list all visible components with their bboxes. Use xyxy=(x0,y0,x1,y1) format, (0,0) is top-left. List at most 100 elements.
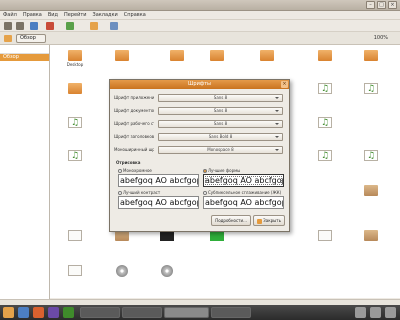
menu-file[interactable]: Файл xyxy=(3,11,17,19)
file-item[interactable] xyxy=(58,230,92,242)
menu-edit[interactable]: Правка xyxy=(23,11,42,19)
reload-icon[interactable] xyxy=(66,22,74,30)
rendering-section-title: Отрисовка xyxy=(116,160,141,165)
radio-button[interactable] xyxy=(118,169,122,173)
file-item[interactable] xyxy=(354,185,388,197)
radio-button[interactable] xyxy=(118,191,122,195)
file-item[interactable] xyxy=(308,50,342,62)
music-icon: ♫ xyxy=(364,150,378,161)
task-button-active[interactable] xyxy=(164,307,209,318)
file-item[interactable]: ♫ xyxy=(354,150,388,162)
side-pane-header[interactable] xyxy=(0,45,49,54)
disc-icon xyxy=(116,265,128,277)
folder-icon xyxy=(260,50,274,61)
folder-icon xyxy=(115,50,129,61)
back-icon[interactable] xyxy=(4,22,12,30)
sample-best-shapes[interactable]: abefgoq AO abcfgop xyxy=(203,174,284,187)
sample-monochrome[interactable]: abefgoq AO abcfgop xyxy=(118,174,199,187)
terminal-icon[interactable] xyxy=(63,307,74,318)
desktop-font-button[interactable]: Sans 8 xyxy=(158,120,283,128)
font-row-label: Шрифт заголовков окон: xyxy=(114,134,154,139)
font-row-application: Шрифт приложений: Sans 8 xyxy=(114,94,286,103)
music-icon: ♫ xyxy=(318,83,332,94)
radio-best-contrast[interactable]: Лучший контраст xyxy=(118,190,160,195)
font-row-label: Моноширинный шрифт: xyxy=(114,147,154,152)
home-launcher-icon[interactable] xyxy=(18,307,29,318)
details-button[interactable]: Подробности... xyxy=(211,215,251,226)
file-item[interactable] xyxy=(250,50,284,62)
font-row-window-title: Шрифт заголовков окон: Sans Bold 8 xyxy=(114,133,286,142)
file-item[interactable] xyxy=(58,265,92,277)
radio-monochrome[interactable]: Монохромное xyxy=(118,168,152,173)
menu-view[interactable]: Вид xyxy=(48,11,58,19)
close-button[interactable]: Закрыть xyxy=(252,215,285,226)
file-item[interactable]: ♫ xyxy=(308,83,342,95)
file-item[interactable] xyxy=(150,265,184,278)
maximize-button[interactable]: □ xyxy=(377,1,386,9)
application-font-button[interactable]: Sans 8 xyxy=(158,94,283,102)
close-icon xyxy=(256,218,262,224)
menubar: Файл Правка Вид Перейти Закладки Справка xyxy=(0,11,400,20)
location-toggle-icon[interactable] xyxy=(4,35,12,42)
menu-icon[interactable] xyxy=(3,307,14,318)
side-item-overview[interactable]: Обзор xyxy=(0,54,49,61)
window-title-font-button[interactable]: Sans Bold 8 xyxy=(158,133,283,141)
firefox-icon[interactable] xyxy=(33,307,44,318)
file-item[interactable] xyxy=(105,265,139,278)
computer-icon[interactable] xyxy=(110,22,118,30)
close-window-button[interactable]: × xyxy=(388,1,397,9)
task-button[interactable] xyxy=(80,307,120,318)
music-icon: ♫ xyxy=(364,83,378,94)
file-item[interactable] xyxy=(58,83,92,95)
file-item[interactable] xyxy=(354,50,388,62)
stop-icon[interactable] xyxy=(46,22,54,30)
sample-subpixel[interactable]: abefgoq AO abcfgop xyxy=(203,196,284,209)
file-item[interactable] xyxy=(354,230,388,242)
font-row-label: Шрифт документов: xyxy=(114,108,154,113)
file-item[interactable] xyxy=(200,50,234,62)
file-item[interactable]: ♫ xyxy=(308,117,342,129)
messenger-icon[interactable] xyxy=(48,307,59,318)
file-item[interactable] xyxy=(160,50,194,62)
folder-icon xyxy=(364,50,378,61)
package-icon xyxy=(364,230,378,241)
menu-bookmarks[interactable]: Закладки xyxy=(93,11,118,19)
music-icon: ♫ xyxy=(318,117,332,128)
dialog-titlebar: Шрифты × xyxy=(110,80,289,89)
zoom-level[interactable]: 100% xyxy=(374,35,388,41)
file-item[interactable]: ♫ xyxy=(354,83,388,95)
volume-icon[interactable] xyxy=(370,307,381,318)
toolbar xyxy=(0,20,400,32)
up-icon[interactable] xyxy=(30,22,38,30)
breadcrumb[interactable]: Обзор xyxy=(16,34,46,43)
fixed-width-font-button[interactable]: Monospace 8 xyxy=(158,146,283,154)
file-item[interactable] xyxy=(308,230,342,242)
sample-best-contrast[interactable]: abefgoq AO abcfgop xyxy=(118,196,199,209)
doc-icon xyxy=(68,265,82,276)
music-icon: ♫ xyxy=(318,150,332,161)
file-item[interactable]: ♫ xyxy=(58,117,92,129)
task-button[interactable] xyxy=(122,307,162,318)
doc-icon xyxy=(318,230,332,241)
tray-icon[interactable] xyxy=(355,307,366,318)
home-icon[interactable] xyxy=(90,22,98,30)
file-item[interactable]: Desktop xyxy=(58,50,92,67)
folder-icon xyxy=(210,50,224,61)
radio-button-selected[interactable] xyxy=(203,169,207,173)
minimize-button[interactable]: – xyxy=(366,1,375,9)
side-pane: Обзор xyxy=(0,45,50,300)
clock-icon[interactable] xyxy=(385,307,396,318)
menu-go[interactable]: Перейти xyxy=(64,11,87,19)
radio-best-shapes[interactable]: Лучшие формы xyxy=(203,168,240,173)
radio-subpixel[interactable]: Субпиксельное сглаживание (ЖК) xyxy=(203,190,281,195)
font-row-label: Шрифт рабочего стола: xyxy=(114,121,154,126)
menu-help[interactable]: Справка xyxy=(124,11,146,19)
file-item[interactable]: ♫ xyxy=(308,150,342,162)
radio-button[interactable] xyxy=(203,191,207,195)
dialog-close-icon[interactable]: × xyxy=(281,81,288,88)
file-item[interactable] xyxy=(105,50,139,62)
document-font-button[interactable]: Sans 8 xyxy=(158,107,283,115)
task-button[interactable] xyxy=(211,307,251,318)
forward-icon[interactable] xyxy=(16,22,24,30)
file-item[interactable]: ♫ xyxy=(58,150,92,162)
